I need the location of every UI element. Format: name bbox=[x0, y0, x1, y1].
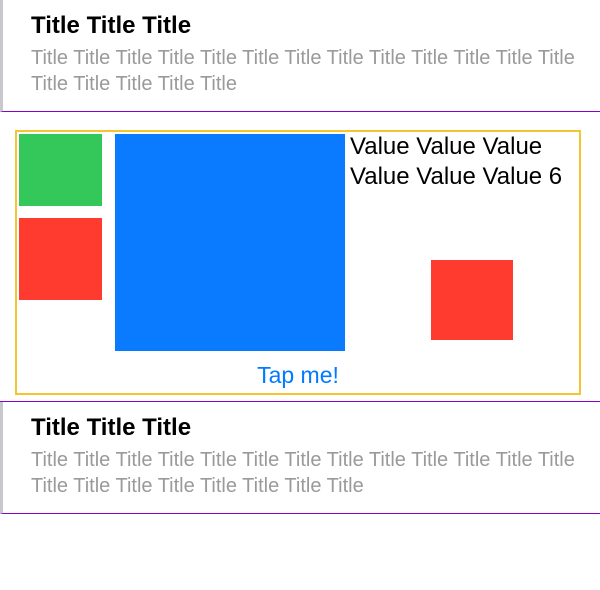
diagram-cell: Value Value Value Value Value Value 6 Ta… bbox=[0, 112, 600, 402]
cell-subtitle: Title Title Title Title Title Title Titl… bbox=[31, 45, 576, 97]
green-square bbox=[19, 134, 102, 206]
diagram-container: Value Value Value Value Value Value 6 Ta… bbox=[15, 130, 581, 395]
list-item[interactable]: Title Title Title Title Title Title Titl… bbox=[0, 402, 600, 514]
value-text: Value Value Value Value Value Value 6 bbox=[350, 132, 579, 192]
red-square-left bbox=[19, 218, 102, 300]
list-item[interactable]: Title Title Title Title Title Title Titl… bbox=[0, 0, 600, 112]
list: Title Title Title Title Title Title Titl… bbox=[0, 0, 600, 514]
red-square-right bbox=[431, 260, 513, 340]
tap-me-button[interactable]: Tap me! bbox=[17, 362, 579, 389]
blue-square bbox=[115, 134, 345, 351]
cell-title: Title Title Title bbox=[31, 12, 576, 41]
cell-subtitle: Title Title Title Title Title Title Titl… bbox=[31, 447, 576, 499]
cell-title: Title Title Title bbox=[31, 414, 576, 443]
